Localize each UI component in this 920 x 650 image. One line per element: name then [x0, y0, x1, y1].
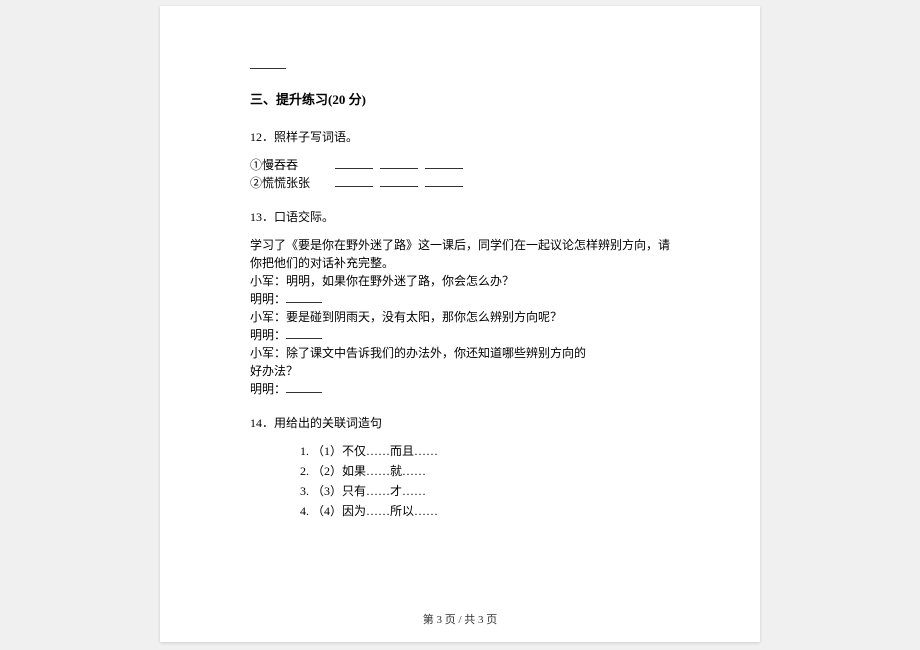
blank: [335, 175, 373, 187]
q13-xj3-line1: 小军：除了课文中告诉我们的办法外，你还知道哪些辨别方向的: [250, 344, 670, 362]
q14-list: 1. （1）不仅……而且…… 2. （2）如果……就…… 3. （3）只有……才…: [300, 442, 670, 520]
top-blank-line: [250, 56, 670, 74]
q13-xj3-line2: 好办法？: [250, 362, 670, 380]
blank: [425, 157, 463, 169]
q12-example2: ②慌慌张张: [250, 176, 310, 190]
page-footer: 第 3 页 / 共 3 页: [160, 612, 760, 629]
list-item: 2. （2）如果……就……: [300, 462, 670, 480]
q12-header: 12．照样子写词语。: [250, 128, 670, 146]
blank: [380, 157, 418, 169]
list-item: 4. （4）因为……所以……: [300, 502, 670, 520]
q12-example1: ①慢吞吞: [250, 158, 298, 172]
blank: [335, 157, 373, 169]
q13-intro: 学习了《要是你在野外迷了路》这一课后，同学们在一起议论怎样辨别方向，请你把他们的…: [250, 236, 670, 272]
list-item: 1. （1）不仅……而且……: [300, 442, 670, 460]
blank: [286, 381, 322, 393]
question-12: 12．照样子写词语。 ①慢吞吞 ②慌慌张张: [250, 128, 670, 192]
list-item: 3. （3）只有……才……: [300, 482, 670, 500]
q13-mm1: 明明：: [250, 290, 670, 308]
q13-mm2: 明明：: [250, 326, 670, 344]
section-heading: 三、提升练习(20 分): [250, 90, 670, 110]
blank: [286, 327, 322, 339]
q12-line2: ②慌慌张张: [250, 174, 670, 192]
q13-mm3: 明明：: [250, 380, 670, 398]
blank: [380, 175, 418, 187]
blank: [286, 291, 322, 303]
q13-xj1: 小军：明明，如果你在野外迷了路，你会怎么办？: [250, 272, 670, 290]
q13-xj2: 小军：要是碰到阴雨天，没有太阳，那你怎么辨别方向呢？: [250, 308, 670, 326]
question-13: 13．口语交际。 学习了《要是你在野外迷了路》这一课后，同学们在一起议论怎样辨别…: [250, 208, 670, 398]
document-page: 三、提升练习(20 分) 12．照样子写词语。 ①慢吞吞 ②慌慌张张 13．口语…: [160, 6, 760, 642]
q12-line1: ①慢吞吞: [250, 156, 670, 174]
q14-header: 14．用给出的关联词造句: [250, 414, 670, 432]
question-14: 14．用给出的关联词造句 1. （1）不仅……而且…… 2. （2）如果……就……: [250, 414, 670, 520]
q13-header: 13．口语交际。: [250, 208, 670, 226]
blank: [425, 175, 463, 187]
